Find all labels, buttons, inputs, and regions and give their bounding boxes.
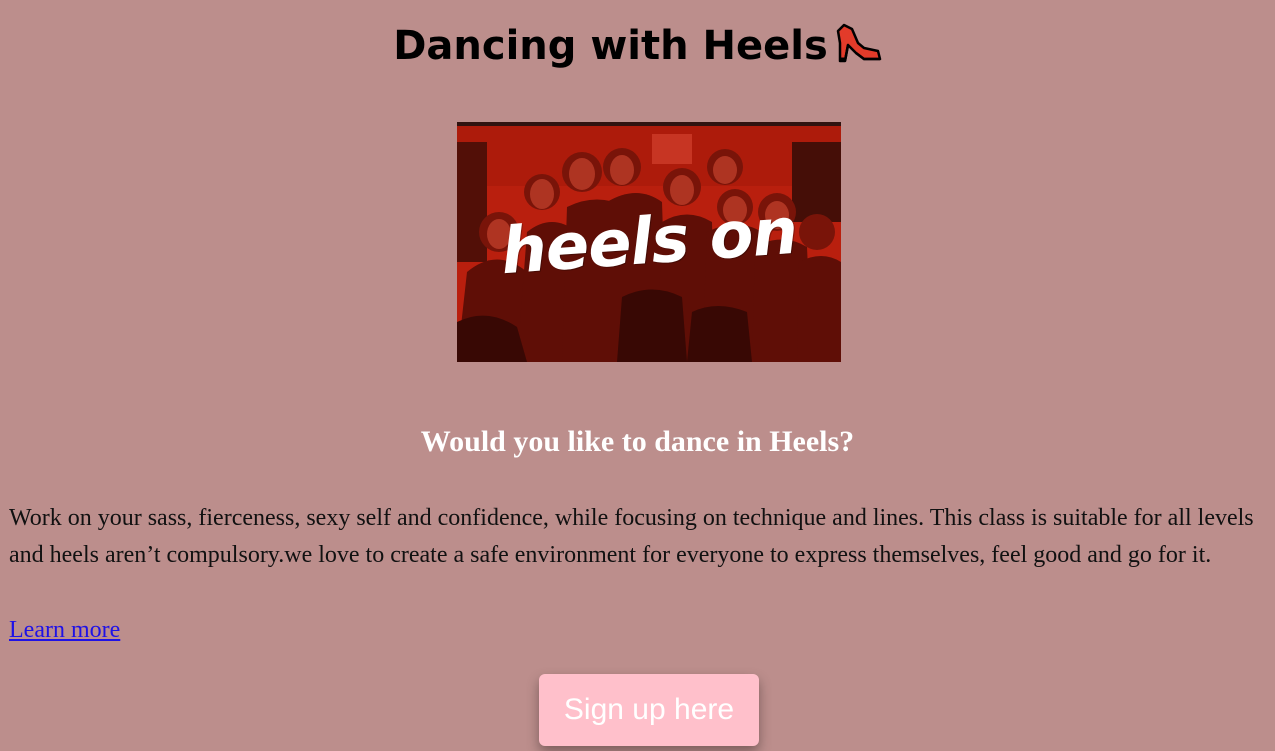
- section-heading: Would you like to dance in Heels?: [420, 425, 855, 458]
- learn-more-link[interactable]: Learn more: [9, 612, 120, 649]
- hero-overlay-text: heels on: [498, 194, 800, 290]
- high-heel-shoe-icon: [834, 21, 882, 78]
- class-description: Work on your sass, fierceness, sexy self…: [9, 505, 1254, 568]
- page-title: Dancing with Heels: [0, 20, 1275, 78]
- sign-up-button[interactable]: Sign up here: [539, 674, 759, 746]
- hero-image: heels on: [457, 122, 841, 362]
- page-title-text: Dancing with Heels: [393, 23, 828, 69]
